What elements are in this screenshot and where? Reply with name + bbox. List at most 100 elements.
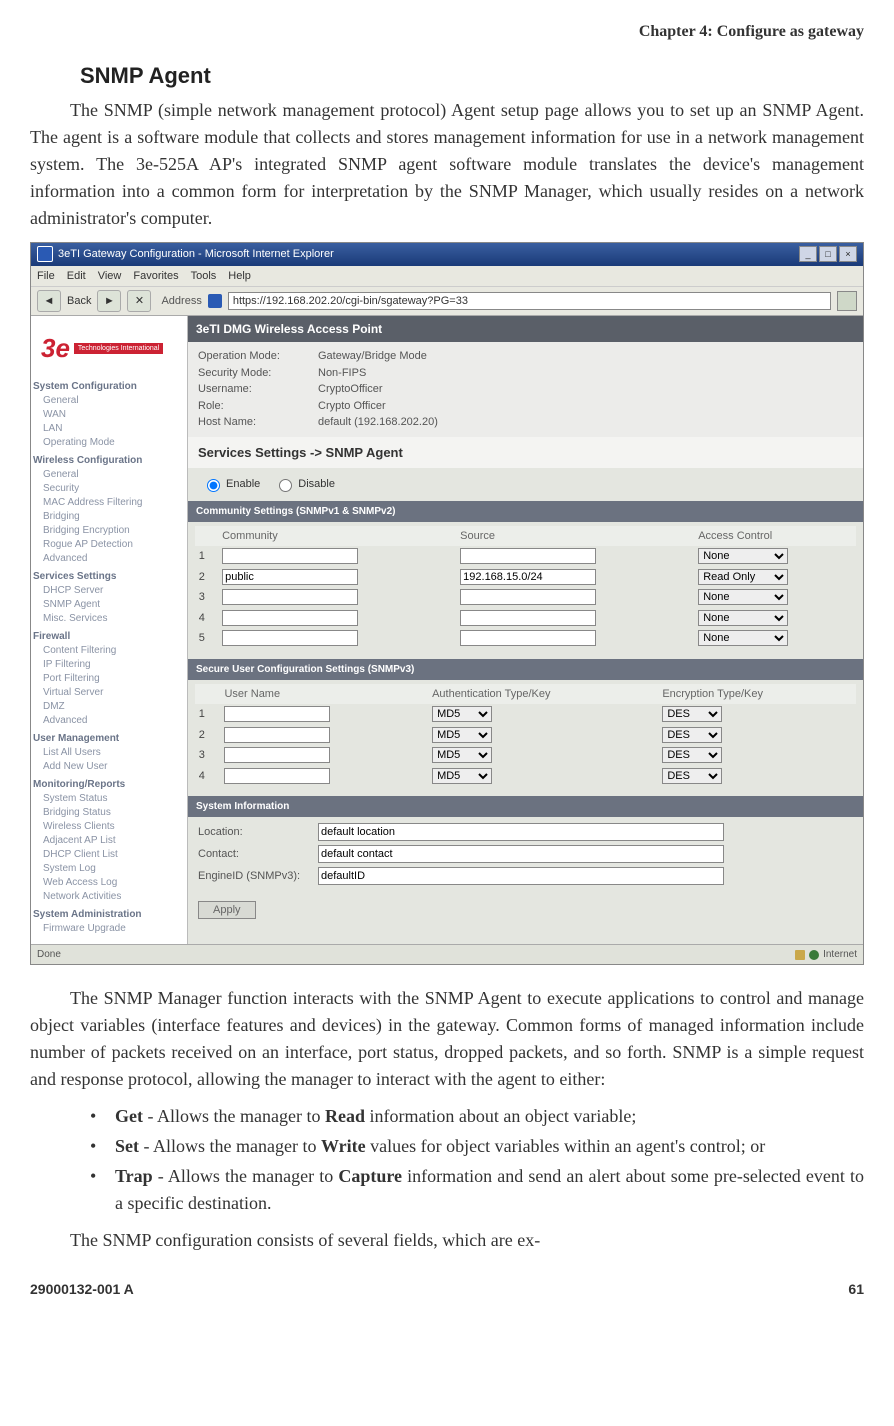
sidebar-item[interactable]: Bridging Status [33, 806, 183, 820]
info-value: Non-FIPS [318, 365, 366, 382]
access-select[interactable]: None [698, 589, 788, 605]
menu-favorites[interactable]: Favorites [133, 268, 178, 285]
source-input[interactable] [460, 630, 596, 646]
info-value: Crypto Officer [318, 398, 386, 415]
source-input[interactable] [460, 589, 596, 605]
apply-button[interactable]: Apply [198, 901, 256, 919]
ie-icon [37, 246, 53, 262]
sidebar-item[interactable]: System Status [33, 792, 183, 806]
auth-select[interactable]: MD5 [432, 706, 492, 722]
community-input[interactable] [222, 548, 358, 564]
disable-radio[interactable]: Disable [274, 476, 335, 493]
sidebar-item[interactable]: Port Filtering [33, 672, 183, 686]
sidebar-item[interactable]: DMZ [33, 700, 183, 714]
sidebar-item[interactable]: Misc. Services [33, 612, 183, 626]
source-input[interactable] [460, 610, 596, 626]
menu-view[interactable]: View [98, 268, 122, 285]
maximize-button[interactable]: □ [819, 246, 837, 262]
address-input[interactable] [228, 292, 831, 310]
sysinfo-input[interactable] [318, 867, 724, 885]
sidebar-item[interactable]: LAN [33, 422, 183, 436]
internet-icon [809, 950, 819, 960]
community-input[interactable] [222, 630, 358, 646]
sidebar-item[interactable]: Advanced [33, 714, 183, 728]
auth-select[interactable]: MD5 [432, 747, 492, 763]
sidebar-item[interactable]: WAN [33, 408, 183, 422]
community-banner: Community Settings (SNMPv1 & SNMPv2) [188, 501, 863, 522]
menu-edit[interactable]: Edit [67, 268, 86, 285]
go-button[interactable] [837, 291, 857, 311]
username-input[interactable] [224, 768, 330, 784]
sidebar-item[interactable]: System Log [33, 862, 183, 876]
sysinfo-input[interactable] [318, 823, 724, 841]
user-table: User Name Authentication Type/Key Encryp… [195, 684, 857, 787]
info-value: default (192.168.202.20) [318, 414, 438, 431]
enable-radio[interactable]: Enable [202, 476, 260, 493]
access-select[interactable]: Read Only [698, 569, 788, 585]
community-input[interactable] [222, 589, 358, 605]
access-select[interactable]: None [698, 548, 788, 564]
sidebar-item[interactable]: Operating Mode [33, 436, 183, 450]
sidebar-item[interactable]: Bridging [33, 510, 183, 524]
sidebar-group: Services Settings [33, 570, 183, 584]
sidebar-item[interactable]: SNMP Agent [33, 598, 183, 612]
username-input[interactable] [224, 727, 330, 743]
menu-tools[interactable]: Tools [191, 268, 217, 285]
access-select[interactable]: None [698, 630, 788, 646]
row-num: 1 [195, 704, 221, 725]
source-input[interactable] [460, 548, 596, 564]
sidebar-item[interactable]: IP Filtering [33, 658, 183, 672]
sidebar-item[interactable]: MAC Address Filtering [33, 496, 183, 510]
enc-select[interactable]: DES [662, 768, 722, 784]
list-item: Get - Allows the manager to Read informa… [90, 1103, 864, 1130]
enc-select[interactable]: DES [662, 706, 722, 722]
sidebar-item[interactable]: Rogue AP Detection [33, 538, 183, 552]
table-row: 2Read Only [195, 567, 857, 588]
sidebar-item[interactable]: Network Activities [33, 890, 183, 904]
sidebar-item[interactable]: Virtual Server [33, 686, 183, 700]
auth-select[interactable]: MD5 [432, 727, 492, 743]
forward-button[interactable]: ► [97, 290, 121, 312]
close-button[interactable]: × [839, 246, 857, 262]
sidebar-item[interactable]: Wireless Clients [33, 820, 183, 834]
username-input[interactable] [224, 706, 330, 722]
community-input[interactable] [222, 569, 358, 585]
title-bar: 3eTI Gateway Configuration - Microsoft I… [31, 243, 863, 266]
sidebar-item[interactable]: General [33, 468, 183, 482]
enc-select[interactable]: DES [662, 727, 722, 743]
sidebar-item[interactable]: DHCP Client List [33, 848, 183, 862]
sidebar-item[interactable]: Advanced [33, 552, 183, 566]
auth-select[interactable]: MD5 [432, 768, 492, 784]
back-label: Back [67, 293, 91, 310]
access-select[interactable]: None [698, 610, 788, 626]
sidebar-item[interactable]: General [33, 394, 183, 408]
sidebar-group: System Administration [33, 908, 183, 922]
stop-button[interactable]: ✕ [127, 290, 151, 312]
sysinfo-input[interactable] [318, 845, 724, 863]
sidebar-item[interactable]: Security [33, 482, 183, 496]
community-input[interactable] [222, 610, 358, 626]
back-button[interactable]: ◄ [37, 290, 61, 312]
source-input[interactable] [460, 569, 596, 585]
community-table: Community Source Access Control 1None2Re… [195, 526, 857, 649]
sidebar-item[interactable]: Adjacent AP List [33, 834, 183, 848]
minimize-button[interactable]: _ [799, 246, 817, 262]
info-value: Gateway/Bridge Mode [318, 348, 427, 365]
username-input[interactable] [224, 747, 330, 763]
enc-select[interactable]: DES [662, 747, 722, 763]
table-row: 4MD5DES [195, 766, 857, 787]
menu-file[interactable]: File [37, 268, 55, 285]
sidebar-item[interactable]: Firmware Upgrade [33, 922, 183, 936]
sidebar-item[interactable]: DHCP Server [33, 584, 183, 598]
sidebar-item[interactable]: Web Access Log [33, 876, 183, 890]
lock-icon [795, 950, 805, 960]
section-header: Services Settings -> SNMP Agent [188, 437, 863, 469]
info-label: Host Name: [198, 414, 318, 431]
menu-help[interactable]: Help [228, 268, 251, 285]
sidebar-item[interactable]: Content Filtering [33, 644, 183, 658]
sidebar-item[interactable]: Add New User [33, 760, 183, 774]
sidebar-item[interactable]: Bridging Encryption [33, 524, 183, 538]
sysinfo-row: EngineID (SNMPv3): [198, 867, 853, 885]
sidebar-item[interactable]: List All Users [33, 746, 183, 760]
row-num: 2 [195, 725, 221, 746]
